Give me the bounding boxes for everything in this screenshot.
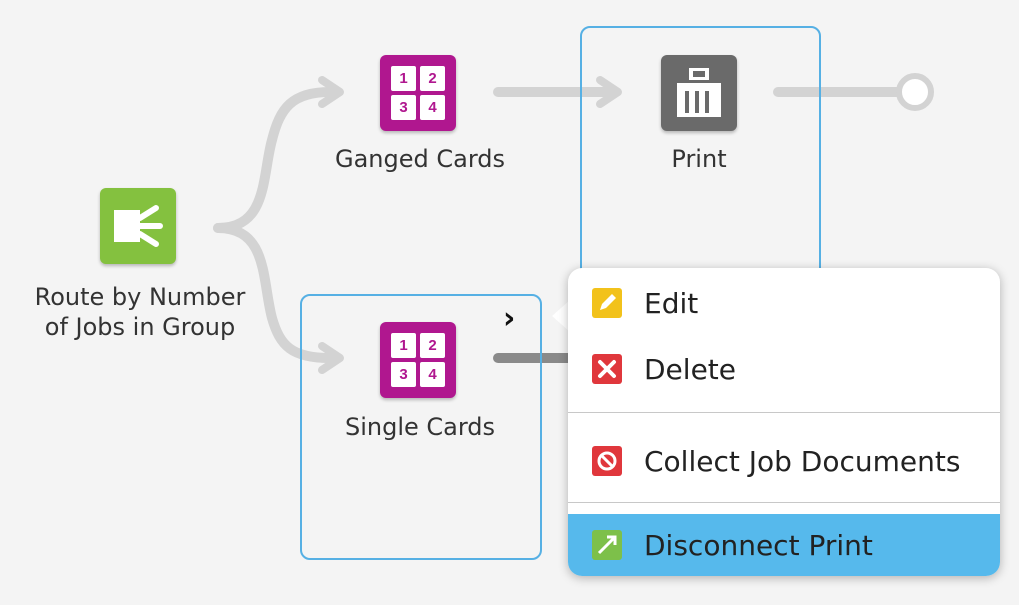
menu-item-label: Disconnect Print [644,528,873,562]
route-node-label: Route by Number of Jobs in Group [34,283,246,341]
chevron-right-icon[interactable]: › [503,304,523,334]
menu-item-delete[interactable]: Delete [568,338,1000,400]
print-label: Print [671,145,727,173]
menu-item-edit[interactable]: Edit [568,272,1000,334]
menu-divider [568,502,1000,503]
single-cards-node[interactable]: 1 2 3 4 [380,322,456,398]
single-cards-label: Single Cards [344,413,496,441]
context-menu: Edit Delete Collect Job Documents Discon… [568,268,1000,576]
route-by-number-node[interactable] [100,188,176,264]
menu-divider [568,412,1000,413]
pencil-icon [592,288,622,318]
menu-item-label: Delete [644,352,736,386]
split-route-icon [114,205,163,247]
collect-stop-icon [592,446,622,476]
printer-icon [677,68,721,117]
card-grid-icon: 1 2 3 4 [391,333,445,387]
menu-item-collect-job-documents[interactable]: Collect Job Documents [568,430,1000,492]
card-grid-icon: 1 2 3 4 [391,66,445,120]
menu-item-label: Collect Job Documents [644,444,961,478]
delete-x-icon [592,354,622,384]
ganged-cards-node[interactable]: 1 2 3 4 [380,55,456,131]
menu-item-label: Edit [644,286,699,320]
ganged-cards-label: Ganged Cards [334,145,506,173]
print-node[interactable] [661,55,737,131]
connector-route-branch [213,87,335,233]
disconnect-icon [592,530,622,560]
menu-item-disconnect-print[interactable]: Disconnect Print [568,514,1000,576]
end-point-connector[interactable] [896,73,934,111]
